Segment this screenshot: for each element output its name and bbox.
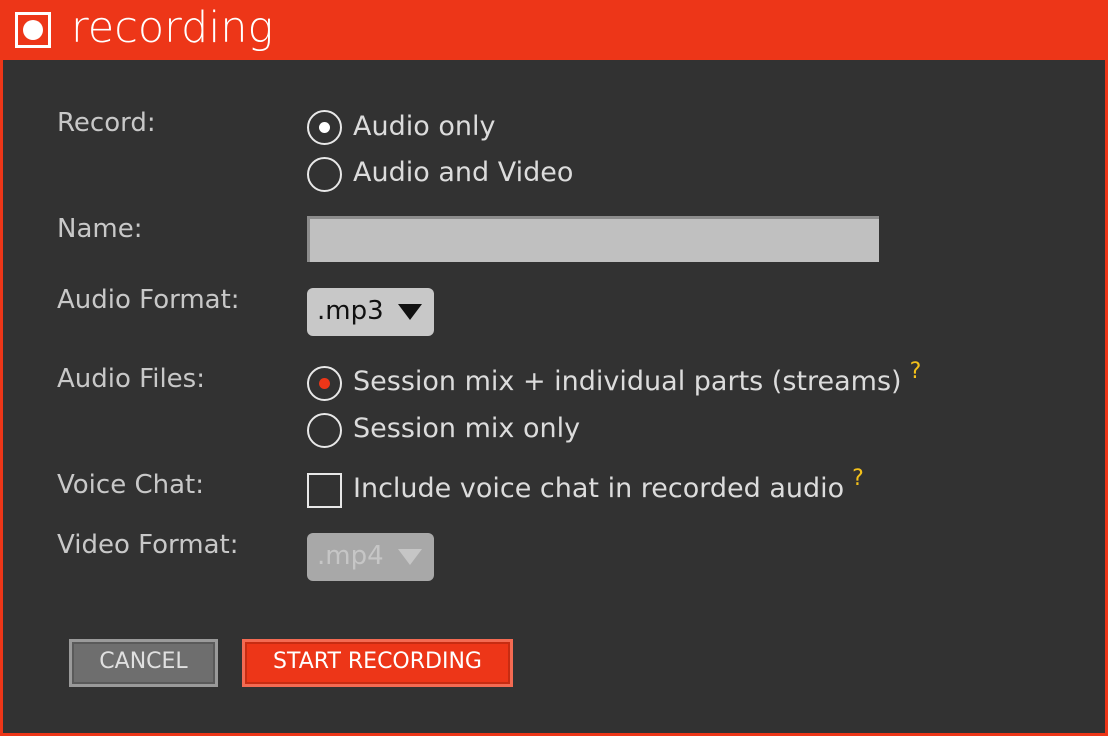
name-input[interactable] (307, 216, 879, 262)
voice-chat-label: Voice Chat: (57, 470, 204, 500)
video-format-select: .mp4 (307, 533, 434, 581)
radio-audio-and-video[interactable] (307, 157, 342, 192)
audio-files-label: Audio Files: (57, 364, 205, 394)
dialog-title: recording (71, 3, 274, 53)
radio-session-mix-individual-label[interactable]: Session mix + individual parts (streams)… (353, 359, 921, 397)
audio-format-value: .mp3 (317, 296, 384, 326)
session-mix-individual-text: Session mix + individual parts (streams) (353, 366, 902, 397)
dropdown-arrow-icon (398, 304, 422, 320)
radio-session-mix-only-label[interactable]: Session mix only (353, 413, 580, 444)
audio-format-select[interactable]: .mp3 (307, 288, 434, 336)
radio-audio-and-video-label[interactable]: Audio and Video (353, 157, 573, 188)
dropdown-arrow-icon (398, 549, 422, 565)
radio-audio-only-label[interactable]: Audio only (353, 111, 495, 142)
audio-format-label: Audio Format: (57, 285, 240, 315)
radio-audio-only[interactable] (307, 110, 342, 145)
record-icon (15, 12, 51, 48)
radio-session-mix-only[interactable] (307, 413, 342, 448)
record-label: Record: (57, 108, 156, 138)
video-format-label: Video Format: (57, 530, 239, 560)
voice-chat-checkbox[interactable] (307, 473, 342, 508)
video-format-value: .mp4 (317, 541, 384, 571)
name-label: Name: (57, 214, 143, 244)
voice-chat-checkbox-label[interactable]: Include voice chat in recorded audio? (353, 466, 864, 504)
recording-dialog: recording Record: Audio only Audio and V… (0, 0, 1108, 736)
radio-session-mix-individual[interactable] (307, 366, 342, 401)
audio-files-help-icon[interactable]: ? (910, 359, 922, 384)
voice-chat-text: Include voice chat in recorded audio (353, 473, 845, 504)
cancel-button[interactable]: CANCEL (69, 639, 218, 687)
start-recording-button[interactable]: START RECORDING (242, 639, 513, 687)
voice-chat-help-icon[interactable]: ? (852, 466, 864, 491)
title-bar: recording (3, 0, 1108, 60)
